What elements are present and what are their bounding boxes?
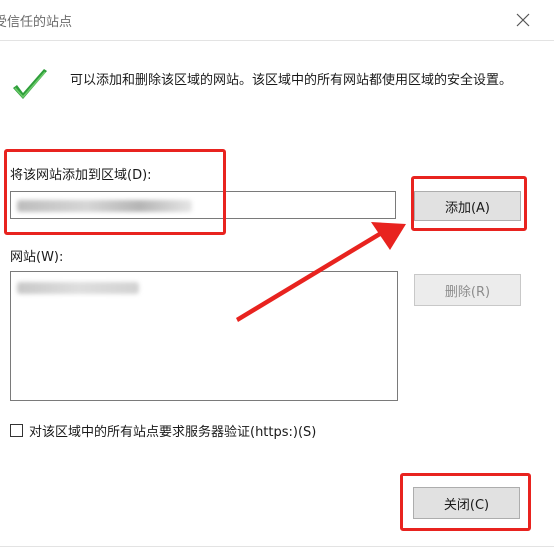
- blurred-site-entry: [17, 282, 139, 294]
- sites-label: 网站(W):: [10, 250, 64, 265]
- close-window-button[interactable]: [505, 6, 541, 34]
- https-option[interactable]: 对该区域中的所有站点要求服务器验证(https:)(S): [10, 421, 316, 440]
- window-title: 受信任的站点: [0, 15, 73, 30]
- close-icon: [516, 13, 530, 27]
- add-button[interactable]: 添加(A): [414, 191, 521, 221]
- check-icon: [13, 69, 47, 99]
- blurred-url: [17, 200, 192, 212]
- https-option-label: 对该区域中的所有站点要求服务器验证(https:)(S): [29, 425, 317, 440]
- remove-button[interactable]: 删除(R): [414, 274, 521, 306]
- site-url-input[interactable]: [10, 191, 396, 219]
- title-bar: 受信任的站点: [0, 0, 554, 41]
- add-site-label: 将该网站添加到区域(D):: [10, 168, 152, 183]
- bottom-divider: [0, 546, 554, 547]
- close-button[interactable]: 关闭(C): [413, 487, 520, 519]
- https-checkbox[interactable]: [10, 424, 23, 437]
- sites-list[interactable]: [10, 271, 398, 401]
- zone-info-text: 可以添加和删除该区域的网站。该区域中的所有网站都使用区域的安全设置。: [70, 73, 513, 88]
- trusted-sites-dialog: 受信任的站点 可以添加和删除该区域的网站。该区域中的所有网站都使用区域的安全设置…: [0, 0, 554, 550]
